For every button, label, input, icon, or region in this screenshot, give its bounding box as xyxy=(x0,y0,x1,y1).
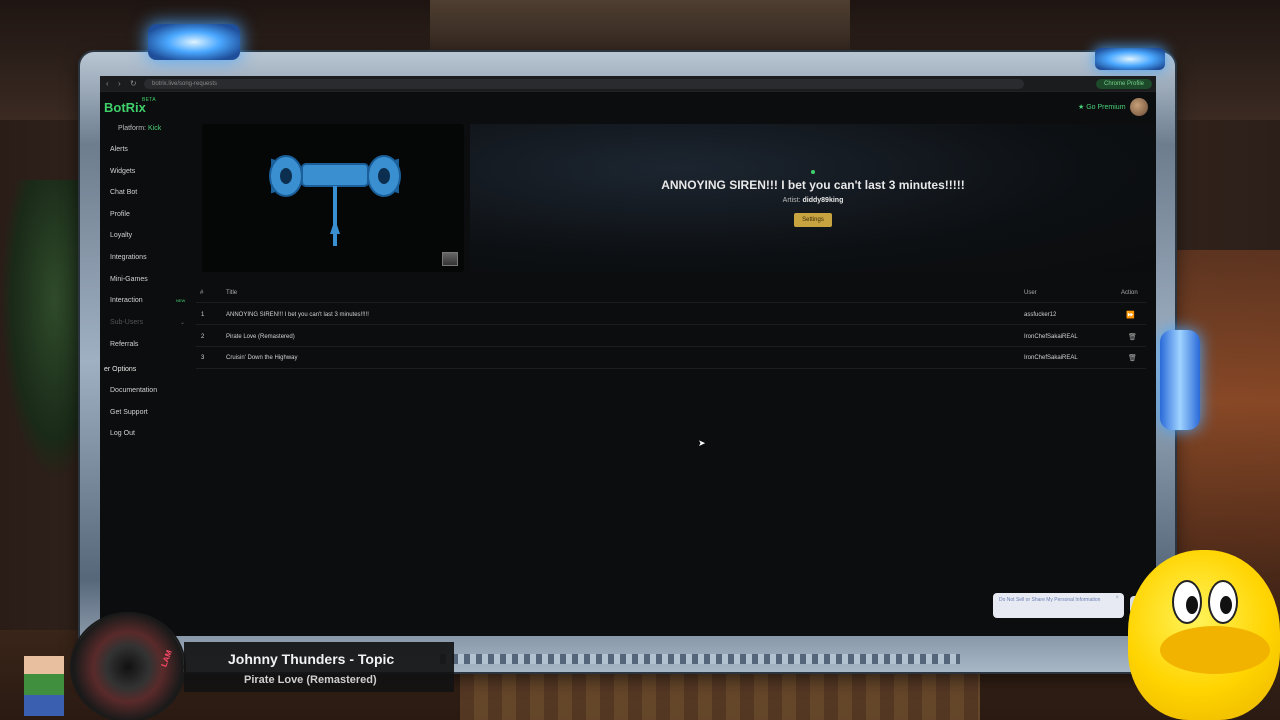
settings-button[interactable]: Settings xyxy=(794,213,832,227)
frame-light-left xyxy=(148,24,240,60)
row-title: Pirate Love (Remastered) xyxy=(226,334,295,340)
reload-icon[interactable]: ↻ xyxy=(130,80,138,88)
live-dot xyxy=(811,170,815,174)
frame-side-tube xyxy=(1160,330,1200,430)
go-premium-link[interactable]: ★ Go Premium xyxy=(1078,103,1126,111)
row-title: Cruisin' Down the Highway xyxy=(226,355,298,361)
duck-pupil-left xyxy=(1186,596,1198,614)
siren-megaphone-icon xyxy=(269,155,401,246)
go-premium-label: Go Premium xyxy=(1086,104,1126,111)
profile-chip[interactable]: Chrome Profile xyxy=(1096,79,1152,89)
background-window xyxy=(430,0,850,60)
background-rug xyxy=(460,665,980,720)
row-divider xyxy=(196,346,1146,347)
now-playing-artist: Artist: diddy89king xyxy=(470,197,1156,204)
column-header-title: Title xyxy=(226,290,238,296)
duck-beak xyxy=(1160,626,1270,674)
avatar[interactable] xyxy=(1130,98,1148,116)
pixel-character xyxy=(24,656,64,716)
album-art xyxy=(202,124,464,272)
overlay-track: Pirate Love (Remastered) xyxy=(244,674,377,686)
platform-value: Kick xyxy=(147,125,162,132)
row-divider xyxy=(196,368,1146,369)
row-number: 1 xyxy=(201,312,205,318)
row-number: 3 xyxy=(201,355,205,361)
sidebar-item-get-support[interactable]: Get Support xyxy=(110,409,148,416)
row-divider xyxy=(196,324,1146,325)
row-number: 2 xyxy=(201,334,205,340)
frame-bottom-bar xyxy=(440,654,960,664)
platform-label: Platform: xyxy=(118,125,147,132)
mouse-cursor-icon: ➤ xyxy=(698,438,706,448)
trash-icon[interactable]: 🗑 xyxy=(1128,333,1137,341)
user-options-heading: er Options xyxy=(104,366,137,373)
sidebar-item-mini-games[interactable]: Mini-Games xyxy=(110,276,148,283)
platform-indicator: Platform: Kick xyxy=(118,125,161,132)
artist-label: Artist: xyxy=(782,197,801,204)
sidebar-item-log-out[interactable]: Log Out xyxy=(110,430,135,437)
chevron-down-icon[interactable]: ⌄ xyxy=(180,319,185,326)
sidebar-item-widgets[interactable]: Widgets xyxy=(110,168,135,175)
sidebar-item-interaction[interactable]: Interaction xyxy=(110,297,143,304)
now-playing-title: ANNOYING SIREN!!! I bet you can't last 3… xyxy=(661,178,965,192)
close-icon[interactable]: × xyxy=(1115,595,1119,602)
column-header-action: Action xyxy=(1121,290,1138,296)
frame-light-right xyxy=(1095,48,1165,70)
beta-label: BETA xyxy=(142,97,156,103)
thumbnail-icon[interactable] xyxy=(442,252,458,266)
overlay-artist: Johnny Thunders - Topic xyxy=(228,651,395,667)
sidebar-item-profile[interactable]: Profile xyxy=(110,211,130,218)
back-icon[interactable]: ‹ xyxy=(106,80,114,88)
artist-name: diddy89king xyxy=(802,197,844,204)
sidebar-item-loyalty[interactable]: Loyalty xyxy=(110,232,132,239)
row-user: IronChefSakaiREAL xyxy=(1024,334,1078,340)
row-title: ANNOYING SIREN!!! I bet you can't last 3… xyxy=(226,312,369,318)
sidebar: Platform: Kick Alerts Widgets Chat Bot P… xyxy=(100,120,192,636)
forward-icon[interactable]: › xyxy=(118,80,126,88)
sidebar-item-alerts[interactable]: Alerts xyxy=(110,146,128,153)
column-header-user: User xyxy=(1024,290,1037,296)
sidebar-item-sub-users[interactable]: Sub-Users xyxy=(110,319,143,326)
privacy-notice-text: Do Not Sell or Share My Personal Informa… xyxy=(999,597,1101,603)
row-user: IronChefSakaiREAL xyxy=(1024,355,1078,361)
skip-icon[interactable]: ⏩ xyxy=(1126,311,1135,319)
botrix-logo[interactable]: BotRix xyxy=(104,100,146,115)
sidebar-item-documentation[interactable]: Documentation xyxy=(110,387,157,394)
privacy-notice[interactable]: Do Not Sell or Share My Personal Informa… xyxy=(993,593,1124,618)
browser-toolbar: ‹ › ↻ botrix.live/song-requests Chrome P… xyxy=(100,76,1156,92)
sidebar-item-integrations[interactable]: Integrations xyxy=(110,254,147,261)
header-divider xyxy=(196,302,1146,303)
star-icon: ★ xyxy=(1078,104,1087,111)
sidebar-item-referrals[interactable]: Referrals xyxy=(110,341,138,348)
sidebar-item-chat-bot[interactable]: Chat Bot xyxy=(110,189,137,196)
browser-screen: ‹ › ↻ botrix.live/song-requests Chrome P… xyxy=(100,76,1156,636)
trash-icon[interactable]: 🗑 xyxy=(1128,354,1137,362)
address-bar[interactable]: botrix.live/song-requests xyxy=(144,79,1024,89)
column-header-number: # xyxy=(200,290,204,296)
duck-pupil-right xyxy=(1220,596,1232,614)
new-badge: NEW xyxy=(176,298,186,303)
row-user: assfucker12 xyxy=(1024,312,1057,318)
